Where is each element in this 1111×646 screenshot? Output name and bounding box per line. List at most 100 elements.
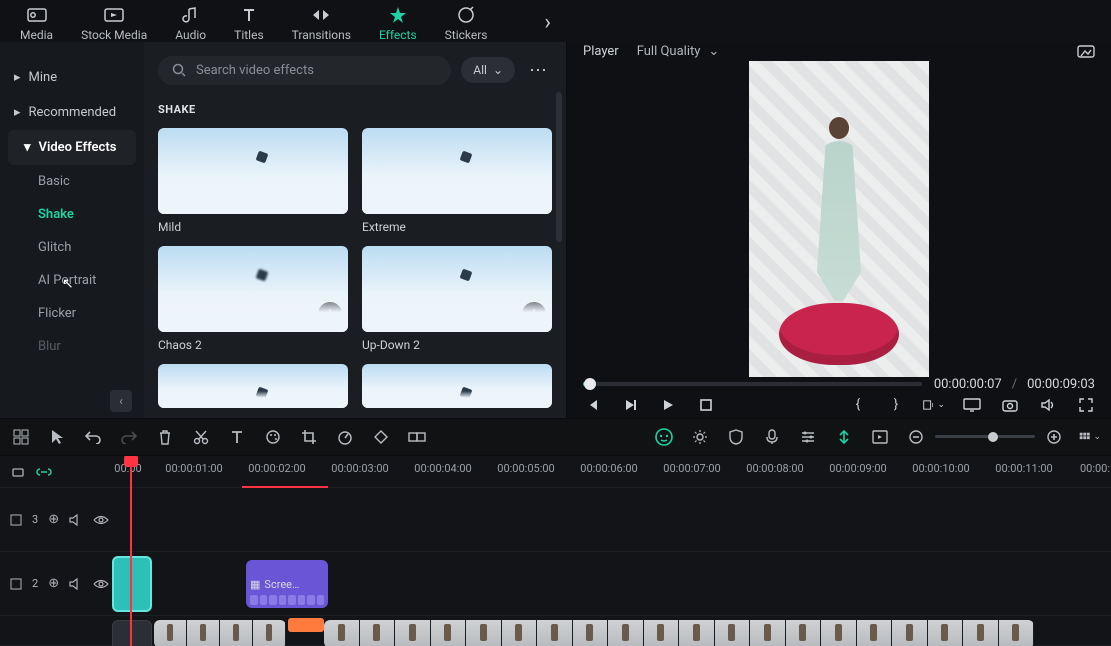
effect-card-chaos-2[interactable]: Chaos 2 — [158, 246, 348, 352]
text-button[interactable] — [226, 426, 248, 448]
volume-button[interactable] — [1037, 394, 1059, 416]
sidebar-sub-basic[interactable]: Basic — [0, 165, 144, 198]
effects-panel: Search video effects All⌄ ⋯ SHAKE Mild E… — [144, 42, 566, 418]
more-menu[interactable]: ⋯ — [525, 60, 552, 81]
tab-titles[interactable]: Titles — [234, 4, 263, 42]
clip-clip3[interactable]: ▸clip 3 — [324, 620, 1034, 646]
fullscreen-button[interactable] — [1075, 394, 1097, 416]
mic-icon[interactable] — [761, 426, 783, 448]
player-title: Player — [583, 44, 619, 59]
color-button[interactable] — [262, 426, 284, 448]
sidebar-sub-ai-portrait[interactable]: AI Portrait — [0, 264, 144, 297]
track-type-icon — [10, 512, 22, 528]
tab-stickers[interactable]: Stickers — [445, 4, 488, 42]
eye-icon[interactable] — [93, 512, 109, 528]
section-title-shake: SHAKE — [158, 103, 552, 116]
sidebar-item-recommended[interactable]: ▸Recommended — [0, 95, 144, 130]
preview-viewport[interactable] — [567, 61, 1111, 377]
sidebar-collapse-button[interactable]: ‹ — [110, 390, 132, 412]
titles-icon — [238, 4, 260, 26]
sidebar-item-video-effects[interactable]: ▾Video Effects — [8, 130, 136, 165]
effect-card[interactable] — [362, 364, 552, 408]
filter-dropdown[interactable]: All⌄ — [461, 57, 515, 83]
mute-icon[interactable] — [69, 512, 83, 528]
track-lane-3[interactable] — [110, 488, 1111, 552]
speed-button[interactable] — [334, 426, 356, 448]
zoom-out-button[interactable] — [905, 426, 927, 448]
link-icon[interactable] — [36, 464, 52, 480]
display-button[interactable] — [961, 394, 983, 416]
redo-button[interactable] — [118, 426, 140, 448]
delete-button[interactable] — [154, 426, 176, 448]
track-lane-2[interactable]: ▦Scree… — [110, 552, 1111, 616]
playhead[interactable] — [130, 456, 132, 646]
sidebar-sub-shake[interactable]: Shake — [0, 198, 144, 231]
tab-stock-media[interactable]: Stock Media — [81, 4, 147, 42]
split-button[interactable] — [190, 426, 212, 448]
camera-button[interactable] — [999, 394, 1021, 416]
group-button[interactable] — [406, 426, 428, 448]
scrollbar[interactable] — [556, 92, 562, 242]
shield-icon[interactable] — [725, 426, 747, 448]
search-placeholder: Search video effects — [196, 63, 314, 78]
layout-icon[interactable]: ⌄ — [1079, 426, 1101, 448]
mark-in-button[interactable]: { — [847, 394, 869, 416]
sidebar-item-mine[interactable]: ▸Mine — [0, 60, 144, 95]
chevron-down-icon: ⌄ — [708, 44, 719, 59]
sidebar-sub-glitch[interactable]: Glitch — [0, 231, 144, 264]
clip-screen[interactable]: ▦Scree… — [246, 560, 328, 608]
mixer-icon[interactable] — [797, 426, 819, 448]
keyframe-button[interactable] — [370, 426, 392, 448]
search-input[interactable]: Search video effects — [158, 56, 451, 85]
crop-button[interactable] — [298, 426, 320, 448]
stop-button[interactable] — [695, 394, 717, 416]
enhance-icon[interactable] — [689, 426, 711, 448]
tab-transitions[interactable]: Transitions — [292, 4, 351, 42]
track-head-2: 2 ⊕ — [0, 552, 110, 616]
transition-clip[interactable] — [288, 618, 324, 632]
add-icon[interactable]: ⊕ — [48, 512, 59, 528]
snapshot-icon[interactable] — [1077, 43, 1095, 59]
chevron-right-icon: ▸ — [14, 70, 21, 85]
play-button[interactable] — [657, 394, 679, 416]
grid-icon[interactable] — [10, 426, 32, 448]
mute-icon[interactable] — [69, 576, 83, 592]
effect-card-mild[interactable]: Mild — [158, 128, 348, 234]
stickers-icon — [455, 4, 477, 26]
effect-card-up-down-2[interactable]: Up-Down 2 — [362, 246, 552, 352]
zoom-in-button[interactable] — [1043, 426, 1065, 448]
eye-icon[interactable] — [93, 576, 109, 592]
clip-clip2[interactable]: ▸clip 2 — [154, 620, 286, 646]
undo-button[interactable] — [82, 426, 104, 448]
tab-effects[interactable]: Effects — [379, 4, 417, 42]
cursor-icon[interactable] — [46, 426, 68, 448]
timeline-toolbar: ⌄ — [0, 418, 1111, 456]
sidebar-sub-flicker[interactable]: Flicker — [0, 297, 144, 330]
tabs-scroll-right[interactable]: › — [544, 10, 551, 35]
chevron-right-icon: ▸ — [14, 105, 21, 120]
zoom-slider[interactable] — [935, 435, 1035, 438]
sync-icon[interactable] — [10, 464, 26, 480]
render-icon[interactable] — [869, 426, 891, 448]
effect-card[interactable] — [158, 364, 348, 408]
clip-effect-selected[interactable] — [112, 556, 152, 612]
tab-media[interactable]: Media — [20, 4, 53, 42]
aspect-button[interactable]: ⌄ — [923, 394, 945, 416]
play-pause-button[interactable] — [619, 394, 641, 416]
track-lane-1[interactable]: ▸clip 2 ▸clip 3 — [110, 616, 1111, 646]
quality-dropdown[interactable]: Full Quality⌄ — [637, 44, 720, 59]
add-icon[interactable]: ⊕ — [48, 576, 59, 592]
scrub-bar[interactable] — [583, 382, 922, 386]
mark-out-button[interactable]: } — [885, 394, 907, 416]
download-icon — [318, 302, 342, 326]
sidebar-sub-blur[interactable]: Blur — [0, 330, 144, 363]
marker-icon[interactable] — [833, 426, 855, 448]
chevron-down-icon: ⌄ — [493, 63, 503, 77]
prev-frame-button[interactable] — [581, 394, 603, 416]
track-head-1 — [0, 616, 110, 646]
clip-thumb[interactable] — [112, 620, 152, 646]
ai-button[interactable] — [653, 426, 675, 448]
effect-card-extreme[interactable]: Extreme — [362, 128, 552, 234]
tab-audio[interactable]: Audio — [175, 4, 206, 42]
time-ruler[interactable]: 00:00 00:00:01:00 00:00:02:00 00:00:03:0… — [110, 456, 1111, 488]
